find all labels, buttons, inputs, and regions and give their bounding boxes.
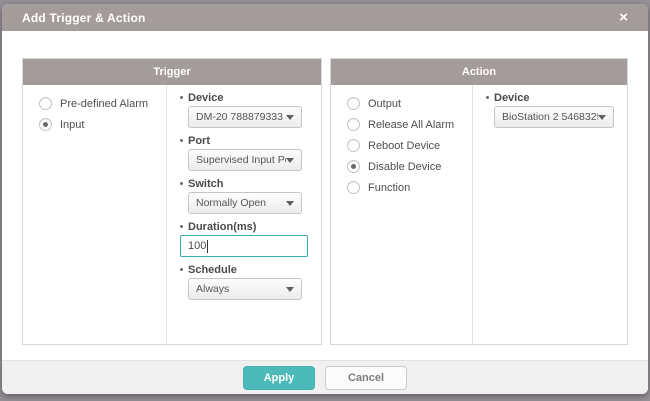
switch-field: Switch Normally Open <box>180 175 308 214</box>
dialog-titlebar: Add Trigger & Action × <box>2 4 648 31</box>
trigger-panel-header: Trigger <box>23 59 321 85</box>
radio-icon <box>39 118 52 131</box>
radio-icon <box>39 97 52 110</box>
field-label: Switch <box>188 178 223 190</box>
field-label: Schedule <box>188 264 237 276</box>
chevron-down-icon <box>286 201 294 206</box>
trigger-device-dropdown[interactable]: DM-20 788879333 <box>188 106 302 128</box>
bullet-icon <box>180 96 183 99</box>
radio-output[interactable]: Output <box>347 93 472 114</box>
bullet-icon <box>486 96 489 99</box>
trigger-fields: Device DM-20 788879333 Port <box>167 85 321 344</box>
radio-icon <box>347 97 360 110</box>
port-dropdown[interactable]: Supervised Input Port 0 o... <box>188 149 302 171</box>
radio-label: Output <box>368 98 401 110</box>
duration-field: Duration(ms) 100 <box>180 218 308 257</box>
radio-label: Function <box>368 182 410 194</box>
chevron-down-icon <box>598 115 606 120</box>
radio-input[interactable]: Input <box>39 114 166 135</box>
dropdown-value: BioStation 2 546832593 (... <box>502 111 598 123</box>
chevron-down-icon <box>286 158 294 163</box>
switch-dropdown[interactable]: Normally Open <box>188 192 302 214</box>
field-label: Duration(ms) <box>188 221 256 233</box>
bullet-icon <box>180 268 183 271</box>
radio-icon <box>347 181 360 194</box>
bullet-icon <box>180 182 183 185</box>
dropdown-value: DM-20 788879333 <box>196 111 286 123</box>
port-field: Port Supervised Input Port 0 o... <box>180 132 308 171</box>
apply-button[interactable]: Apply <box>243 366 315 390</box>
dropdown-value: Normally Open <box>196 197 286 209</box>
trigger-panel: Trigger Pre-defined Alarm Input <box>22 58 322 345</box>
close-icon[interactable]: × <box>619 10 628 25</box>
radio-icon <box>347 118 360 131</box>
radio-pre-defined-alarm[interactable]: Pre-defined Alarm <box>39 93 166 114</box>
field-label: Device <box>188 92 223 104</box>
field-label: Device <box>494 92 529 104</box>
add-trigger-action-dialog: Add Trigger & Action × Trigger Pre-defin… <box>2 4 648 394</box>
cancel-button[interactable]: Cancel <box>325 366 407 390</box>
action-panel-header: Action <box>331 59 627 85</box>
radio-release-all-alarm[interactable]: Release All Alarm <box>347 114 472 135</box>
trigger-device-field: Device DM-20 788879333 <box>180 89 308 128</box>
bullet-icon <box>180 225 183 228</box>
radio-label: Reboot Device <box>368 140 440 152</box>
duration-value: 100 <box>188 240 206 252</box>
radio-label: Input <box>60 119 84 131</box>
dialog-footer: Apply Cancel <box>2 360 648 394</box>
dialog-title: Add Trigger & Action <box>22 11 146 25</box>
dropdown-value: Always <box>196 283 286 295</box>
bullet-icon <box>180 139 183 142</box>
dropdown-value: Supervised Input Port 0 o... <box>196 154 286 166</box>
trigger-panel-body: Pre-defined Alarm Input Device <box>23 85 321 344</box>
action-device-dropdown[interactable]: BioStation 2 546832593 (... <box>494 106 614 128</box>
chevron-down-icon <box>286 287 294 292</box>
action-panel: Action Output Release All Alarm Reboot D… <box>330 58 628 345</box>
radio-icon <box>347 139 360 152</box>
text-caret <box>207 240 208 253</box>
radio-reboot-device[interactable]: Reboot Device <box>347 135 472 156</box>
radio-icon <box>347 160 360 173</box>
radio-label: Release All Alarm <box>368 119 454 131</box>
duration-input[interactable]: 100 <box>180 235 308 257</box>
trigger-type-radio-group: Pre-defined Alarm Input <box>23 85 167 344</box>
schedule-field: Schedule Always <box>180 261 308 300</box>
dialog-content: Trigger Pre-defined Alarm Input <box>2 31 648 345</box>
schedule-dropdown[interactable]: Always <box>188 278 302 300</box>
action-fields: Device BioStation 2 546832593 (... <box>473 85 627 344</box>
radio-label: Pre-defined Alarm <box>60 98 148 110</box>
chevron-down-icon <box>286 115 294 120</box>
action-panel-body: Output Release All Alarm Reboot Device D… <box>331 85 627 344</box>
radio-label: Disable Device <box>368 161 441 173</box>
action-device-field: Device BioStation 2 546832593 (... <box>486 89 614 128</box>
action-type-radio-group: Output Release All Alarm Reboot Device D… <box>331 85 473 344</box>
radio-disable-device[interactable]: Disable Device <box>347 156 472 177</box>
field-label: Port <box>188 135 210 147</box>
radio-function[interactable]: Function <box>347 177 472 198</box>
